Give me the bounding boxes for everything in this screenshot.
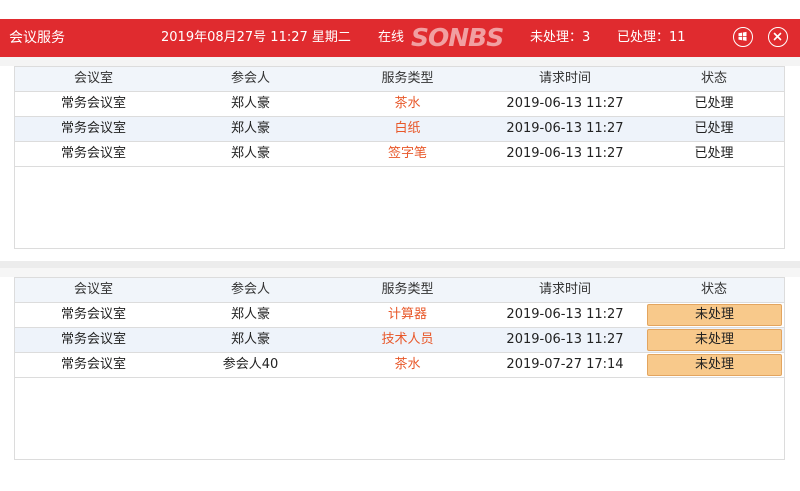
column-header-status: 状态: [700, 282, 727, 297]
table-row[interactable]: 常务会议室 郑人豪 白纸 2019-06-13 11:27 已处理: [15, 117, 784, 142]
pending-count: 未处理：3: [530, 30, 591, 45]
person-cell: 郑人豪: [230, 332, 270, 347]
request-time-cell: 2019-06-13 11:27: [506, 332, 624, 347]
header-bar: 会议服务 2019年08月27号 11:27 星期二 在线 SONBS 未处理：…: [0, 19, 800, 57]
online-status: 在线: [378, 30, 405, 45]
datetime-label: 2019年08月27号 11:27 星期二: [161, 30, 351, 45]
request-time-cell: 2019-06-13 11:27: [506, 96, 624, 111]
service-type-cell: 计算器: [387, 307, 427, 322]
column-header-room: 会议室: [73, 71, 113, 86]
column-header-request-time: 请求时间: [538, 71, 591, 86]
room-cell: 常务会议室: [60, 146, 126, 161]
table-row[interactable]: 常务会议室 郑人豪 计算器 2019-06-13 11:27 未处理: [15, 303, 784, 328]
section-divider: [0, 261, 800, 268]
column-header-status: 状态: [700, 71, 727, 86]
windows-button[interactable]: [733, 27, 753, 47]
person-cell: 郑人豪: [230, 121, 270, 136]
pending-status-button[interactable]: 未处理: [647, 329, 782, 351]
table-row[interactable]: 常务会议室 郑人豪 茶水 2019-06-13 11:27 已处理: [15, 92, 784, 117]
service-type-cell: 签字笔: [387, 146, 427, 161]
person-cell: 郑人豪: [230, 307, 270, 322]
room-cell: 常务会议室: [60, 357, 126, 372]
column-header-service-type: 服务类型: [381, 282, 434, 297]
request-time-cell: 2019-07-27 17:14: [506, 357, 624, 372]
table-header: 会议室 参会人 服务类型 请求时间 状态: [15, 67, 784, 92]
pending-status-button[interactable]: 未处理: [647, 354, 782, 376]
section-gap: [0, 268, 800, 277]
request-time-cell: 2019-06-13 11:27: [506, 146, 624, 161]
column-header-room: 会议室: [73, 282, 113, 297]
close-icon: [773, 32, 782, 41]
table-row[interactable]: 常务会议室 郑人豪 技术人员 2019-06-13 11:27 未处理: [15, 328, 784, 353]
person-cell: 参会人40: [222, 357, 279, 372]
service-type-cell: 技术人员: [381, 332, 434, 347]
service-type-cell: 茶水: [394, 357, 421, 372]
service-type-cell: 白纸: [394, 121, 421, 136]
service-type-cell: 茶水: [394, 96, 421, 111]
column-header-request-time: 请求时间: [538, 282, 591, 297]
windows-icon: [738, 31, 747, 41]
processed-count: 已处理：11: [617, 30, 686, 45]
status-cell: 已处理: [694, 121, 734, 136]
column-header-service-type: 服务类型: [381, 71, 434, 86]
sonbs-logo: SONBS: [411, 23, 504, 52]
table-row[interactable]: 常务会议室 郑人豪 签字笔 2019-06-13 11:27 已处理: [15, 142, 784, 167]
person-cell: 郑人豪: [230, 146, 270, 161]
top-strip: [0, 0, 800, 19]
room-cell: 常务会议室: [60, 332, 126, 347]
column-header-person: 参会人: [230, 282, 270, 297]
status-cell: 已处理: [694, 96, 734, 111]
table-row[interactable]: 常务会议室 参会人40 茶水 2019-07-27 17:14 未处理: [15, 353, 784, 378]
person-cell: 郑人豪: [230, 96, 270, 111]
room-cell: 常务会议室: [60, 121, 126, 136]
pending-status-button[interactable]: 未处理: [647, 304, 782, 326]
processed-requests-table: 会议室 参会人 服务类型 请求时间 状态 常务会议室 郑人豪 茶水 2019-0…: [14, 66, 785, 249]
app-title: 会议服务: [9, 30, 65, 46]
table-header: 会议室 参会人 服务类型 请求时间 状态: [15, 278, 784, 303]
room-cell: 常务会议室: [60, 307, 126, 322]
request-time-cell: 2019-06-13 11:27: [506, 307, 624, 322]
close-button[interactable]: [768, 27, 788, 47]
column-header-person: 参会人: [230, 71, 270, 86]
request-time-cell: 2019-06-13 11:27: [506, 121, 624, 136]
status-cell: 已处理: [694, 146, 734, 161]
room-cell: 常务会议室: [60, 96, 126, 111]
pending-requests-table: 会议室 参会人 服务类型 请求时间 状态 常务会议室 郑人豪 计算器 2019-…: [14, 277, 785, 460]
section-gap: [0, 57, 800, 66]
